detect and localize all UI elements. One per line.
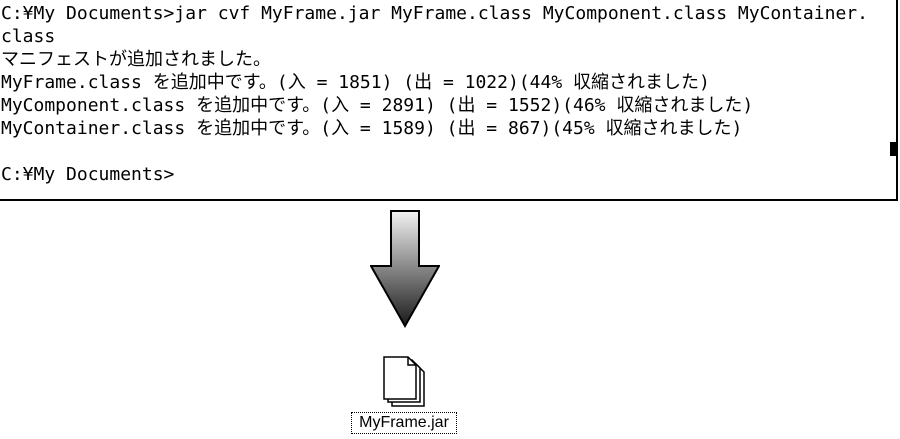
console-line-command-wrap: class bbox=[1, 26, 56, 47]
console-line-command: C:¥My Documents>jar cvf MyFrame.jar MyFr… bbox=[1, 3, 868, 24]
console-line-mycomponent: MyComponent.class を追加中です。(入 = 2891) (出 =… bbox=[1, 95, 754, 116]
console-line-mycontainer: MyContainer.class を追加中です。(入 = 1589) (出 =… bbox=[1, 118, 743, 139]
console-line-blank bbox=[1, 140, 896, 163]
console-line-manifest: マニフェストが追加されました。 bbox=[1, 49, 271, 70]
command-prompt-window[interactable]: C:¥My Documents>jar cvf MyFrame.jar MyFr… bbox=[0, 0, 898, 201]
scroll-marker bbox=[890, 142, 896, 156]
file-name-label[interactable]: MyFrame.jar bbox=[351, 412, 457, 434]
down-arrow-icon bbox=[370, 210, 440, 328]
document-stack-icon[interactable] bbox=[382, 356, 428, 408]
console-line-myframe: MyFrame.class を追加中です。(入 = 1851) (出 = 102… bbox=[1, 72, 710, 93]
console-line-prompt[interactable]: C:¥My Documents> bbox=[1, 163, 896, 186]
console-output: C:¥My Documents>jar cvf MyFrame.jar MyFr… bbox=[1, 2, 896, 186]
